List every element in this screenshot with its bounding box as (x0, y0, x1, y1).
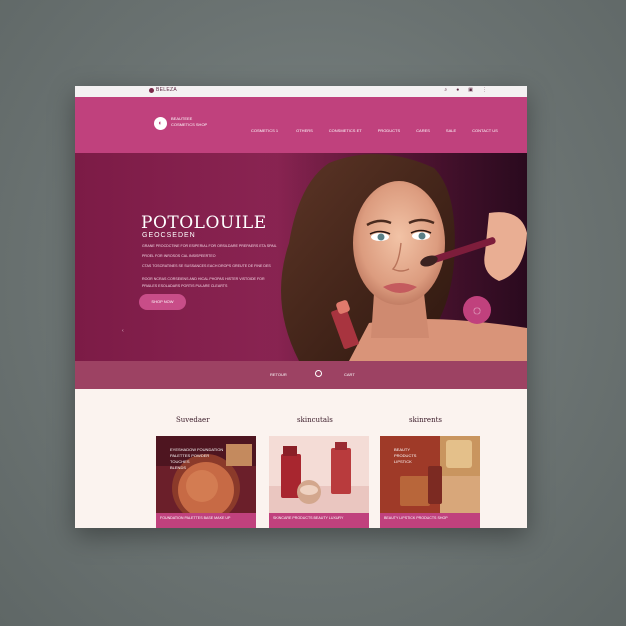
search-icon[interactable]: ⌕ (444, 87, 447, 93)
hero-text-line: PROEL FOR INROSOS CAL INSISPEERTEO (142, 254, 216, 258)
hero-subtitle: GEOCSEDEN (142, 232, 196, 239)
hero-text-line: CTAS TOSCRATINES SE SUSSANCES EACH DROPS… (142, 264, 271, 268)
logo-line-2: COSMETICS SHOP (171, 122, 208, 127)
nav-item-consmetics-et[interactable]: CONSMETICS ET (329, 128, 362, 133)
strip-label[interactable]: RETOUR (270, 372, 287, 377)
card-footer: FOUNDATION PALETTES BASE MAKE UP (156, 513, 256, 528)
category-heading: Suvedaer (176, 416, 210, 424)
hero-title: POTOLOUILE (141, 213, 267, 233)
card-footer: BEAUTY LIPSTICK PRODUCTS SHOP (380, 513, 480, 528)
nav-item-products[interactable]: PRODUCTS (378, 128, 400, 133)
perfume-product-image (269, 436, 369, 513)
hero-text-line: ROOR NCRAS CORSEIENS AND HICAL PHOPAS HI… (142, 277, 265, 281)
logo-text[interactable]: BEAUTEEE COSMETICS SHOP (171, 116, 207, 128)
utility-brand[interactable]: BELEZA (156, 87, 177, 93)
info-strip: RETOUR CART (75, 361, 527, 389)
shop-now-button[interactable]: SHOP NOW (139, 294, 186, 310)
category-heading: skinrents (409, 416, 442, 424)
menu-icon[interactable]: ⋮ (482, 87, 487, 93)
card-footer-text: SKINCARE PRODUCTS BEAUTY LUXURY (273, 516, 344, 520)
nav-item-contact[interactable]: CONTACT US (472, 128, 498, 133)
card-footer-text: FOUNDATION PALETTES BASE MAKE UP (160, 516, 231, 520)
card-overlay-text: EYESHADOW FOUNDATION PALETTES POWDER TOU… (170, 447, 224, 470)
main-nav: COSMETICS 1 OTHERS CONSMETICS ET PRODUCT… (251, 128, 498, 133)
hero-text-line: GRANE PROCDCTINE FOR ESIPERIAL FOR ORSIL… (142, 244, 277, 248)
hero-banner: POTOLOUILE GEOCSEDEN GRANE PROCDCTINE FO… (75, 153, 527, 361)
category-card-perfume[interactable]: SKINCARE PRODUCTS BEAUTY LUXURY (269, 436, 369, 528)
carousel-prev-icon[interactable]: ‹ (122, 328, 124, 334)
brand-dot-icon (149, 88, 154, 93)
category-heading: skincutals (297, 416, 333, 424)
nav-item-sale[interactable]: SALE (446, 128, 456, 133)
hero-text-line: PRAILES ESOLADARS PORTIS PULARE CLEARTS (142, 284, 228, 288)
category-card-eyeshadow[interactable]: EYESHADOW FOUNDATION PALETTES POWDER TOU… (156, 436, 256, 528)
circle-icon[interactable] (315, 370, 322, 377)
utility-bar: BELEZA ⌕ ● ▣ ⋮ (75, 86, 527, 97)
category-card-lipstick[interactable]: BEAUTY PRODUCTS LIPSTICK BEAUTY LIPSTICK… (380, 436, 480, 528)
site-header: ◐ BEAUTEEE COSMETICS SHOP COSMETICS 1 OT… (75, 97, 527, 153)
card-footer: SKINCARE PRODUCTS BEAUTY LUXURY (269, 513, 369, 528)
nav-item-others[interactable]: OTHERS (296, 128, 313, 133)
user-icon[interactable]: ● (456, 87, 459, 93)
play-icon[interactable]: ◌ (463, 296, 491, 324)
hero-model-image (259, 153, 527, 361)
cart-icon[interactable]: ▣ (468, 87, 473, 93)
logo-icon[interactable]: ◐ (154, 117, 167, 130)
card-overlay-text: BEAUTY PRODUCTS LIPSTICK (394, 447, 417, 464)
utility-icons: ⌕ ● ▣ ⋮ (444, 87, 487, 93)
nav-item-cosmetics[interactable]: COSMETICS 1 (251, 128, 278, 133)
strip-label-cart[interactable]: CART (344, 372, 355, 377)
website-mockup: BELEZA ⌕ ● ▣ ⋮ ◐ BEAUTEEE COSMETICS SHOP… (75, 86, 527, 528)
nav-item-cares[interactable]: CARES (416, 128, 430, 133)
card-footer-text: BEAUTY LIPSTICK PRODUCTS SHOP (384, 516, 448, 520)
